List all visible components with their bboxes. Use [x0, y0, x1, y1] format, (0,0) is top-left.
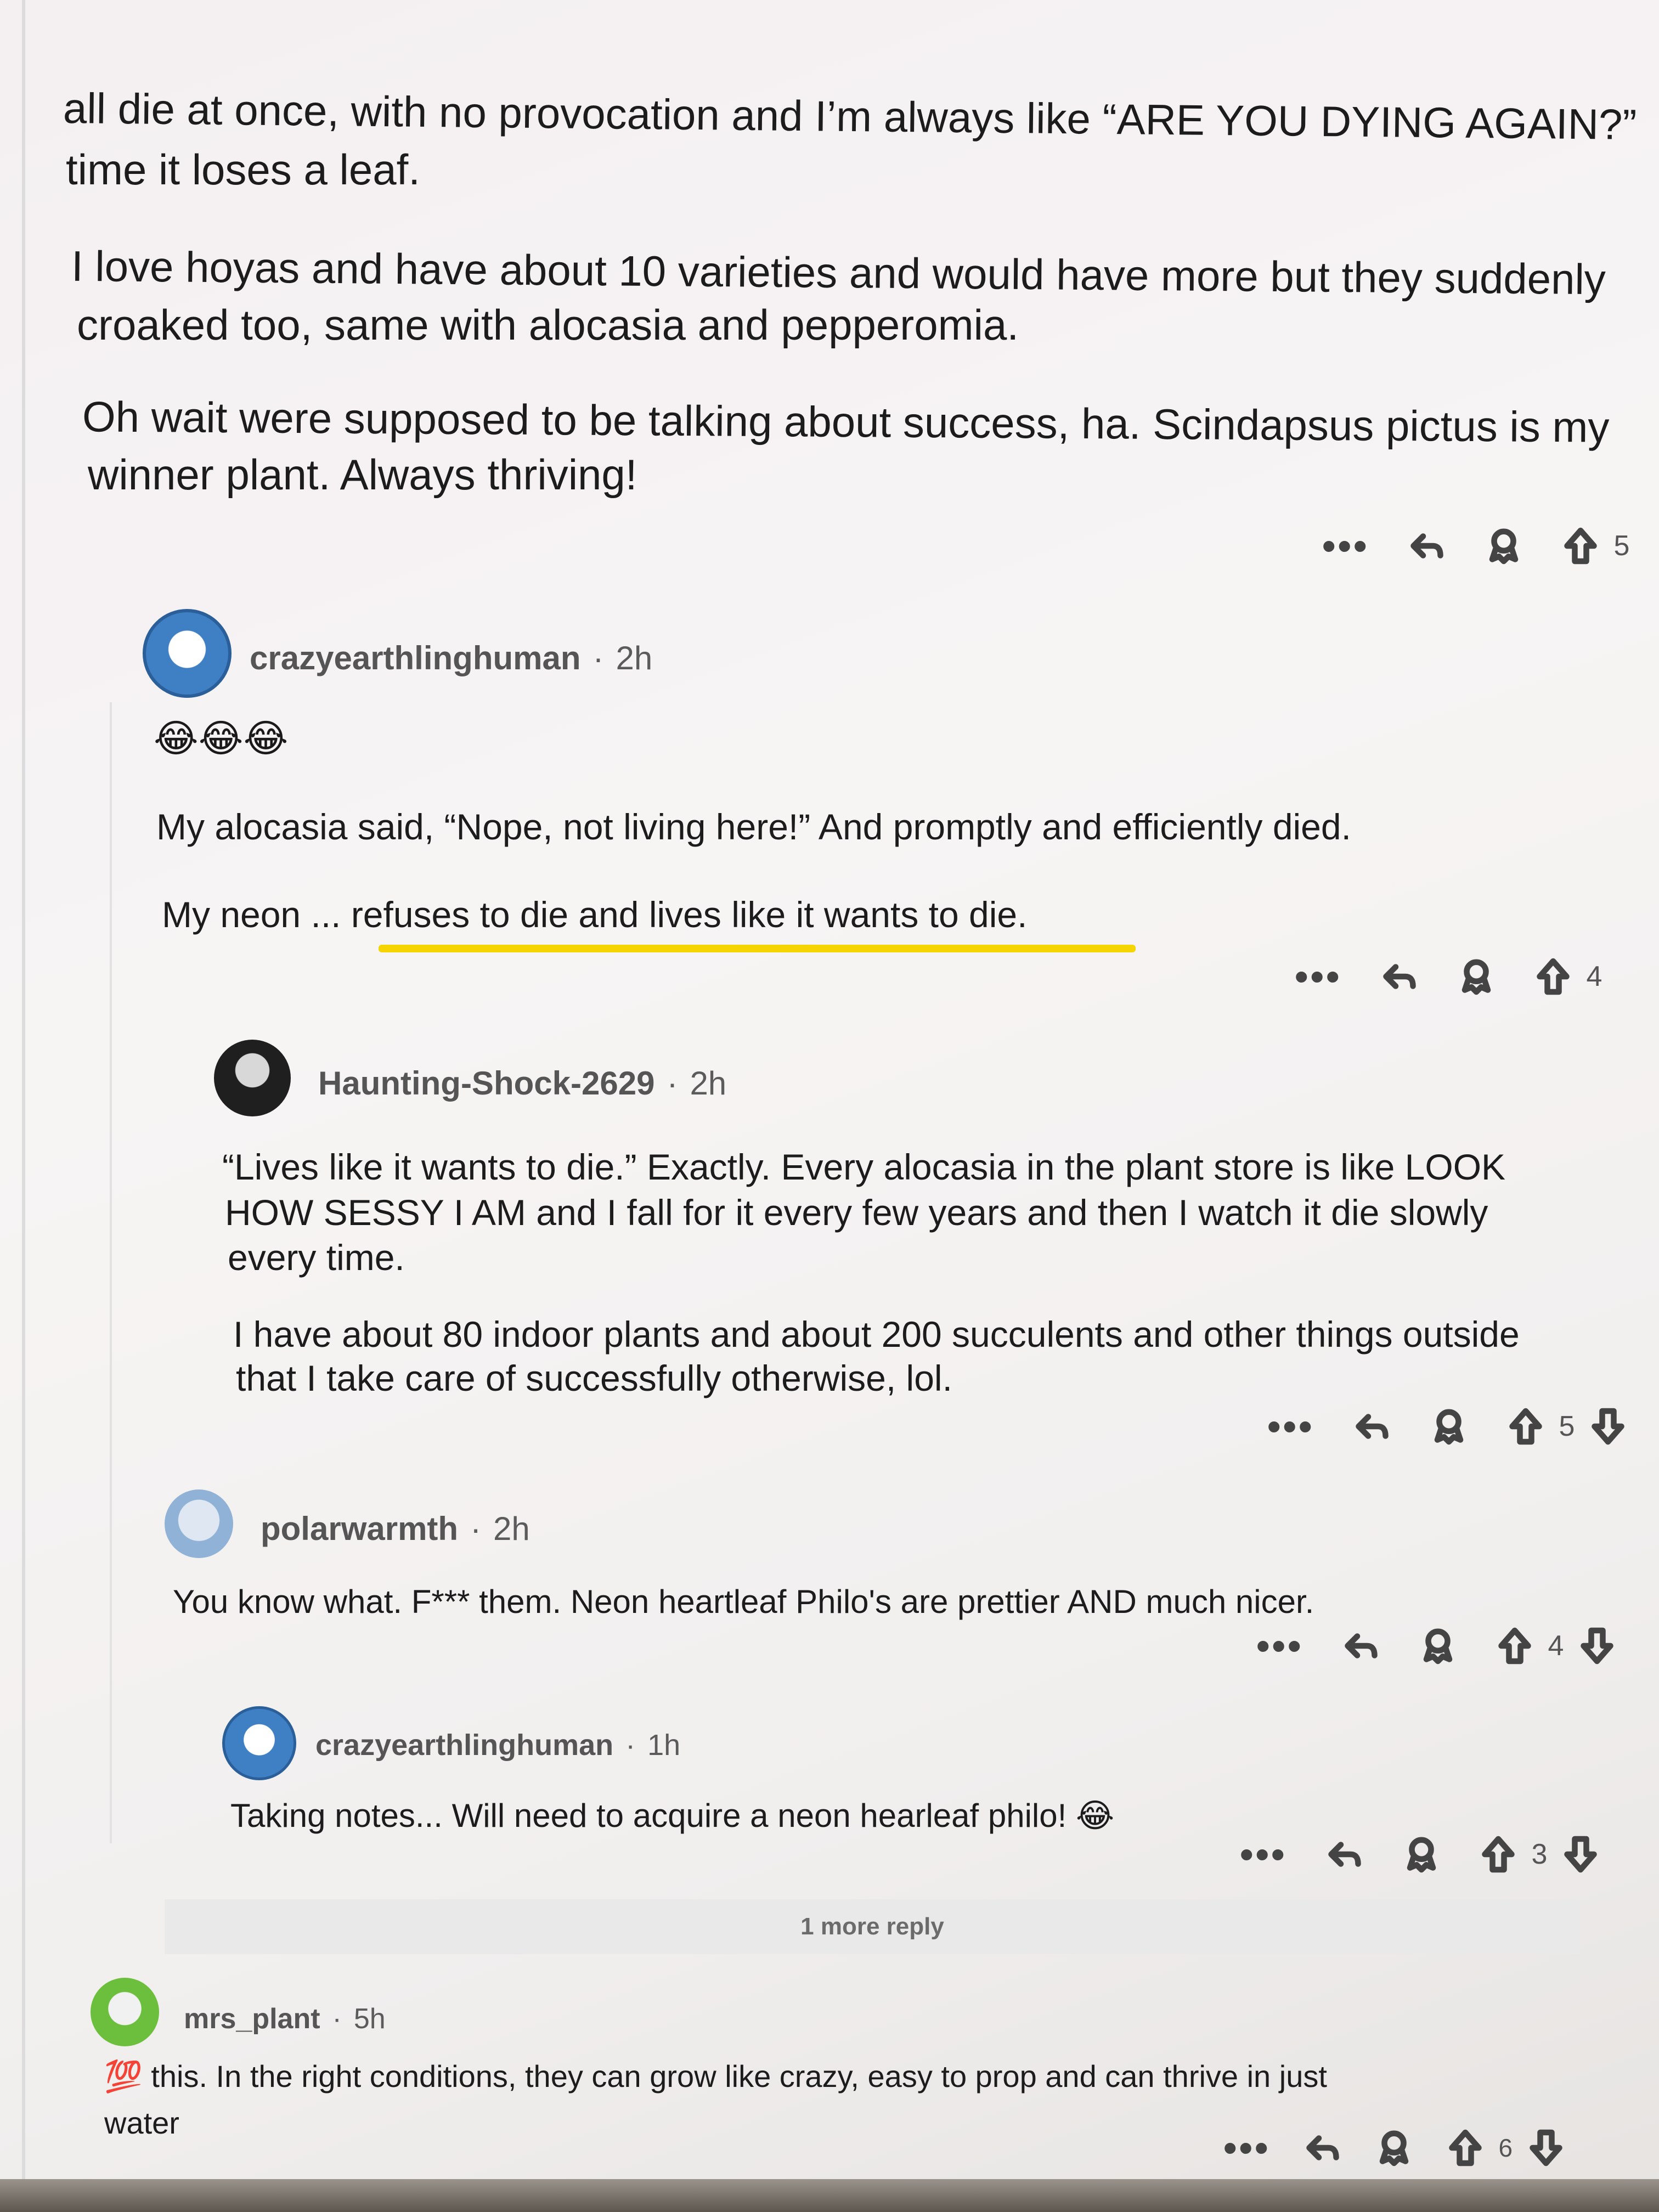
timestamp: 2h	[493, 1510, 530, 1547]
comment-text: this. In the right conditions, they can …	[142, 2059, 1327, 2094]
vote-group: 5	[1506, 1407, 1628, 1446]
comment-text-line: I have about 80 indoor plants and about …	[233, 1314, 1520, 1355]
comment-actions: ••• 6	[1223, 2129, 1565, 2167]
comment-text-line: winner plant. Always thriving!	[88, 450, 637, 499]
more-replies-button[interactable]: 1 more reply	[165, 1899, 1580, 1954]
comment-text-line: My neon ... refuses to die and lives lik…	[162, 891, 1027, 938]
award-icon[interactable]	[1402, 1835, 1441, 1874]
more-options-icon[interactable]: •••	[1240, 1835, 1287, 1874]
comment-text-line: 💯 this. In the right conditions, they ca…	[104, 2055, 1327, 2098]
vote-count: 4	[1548, 1630, 1564, 1662]
reply-icon[interactable]	[1408, 527, 1446, 565]
comment-actions: ••• 4	[1295, 957, 1602, 996]
desk-edge	[0, 2179, 1659, 2212]
comment-text-line: water	[104, 2106, 179, 2140]
vote-count: 4	[1586, 961, 1602, 992]
comment-text-line: My alocasia said, “Nope, not living here…	[156, 806, 1351, 847]
reply-icon[interactable]	[1353, 1407, 1391, 1446]
more-options-icon[interactable]: •••	[1256, 1627, 1304, 1665]
comment-meta: polarwarmth · 2h	[261, 1510, 530, 1548]
reply-icon[interactable]	[1325, 1835, 1364, 1874]
comment-text-line: You know what. F*** them. Neon heartleaf…	[173, 1583, 1314, 1620]
vote-group: 3	[1479, 1835, 1600, 1874]
comment-text-line: Oh wait were supposed to be talking abou…	[82, 392, 1610, 452]
award-icon[interactable]	[1375, 2129, 1413, 2167]
comment-text-line: every time.	[228, 1237, 405, 1278]
highlight-underline	[379, 945, 1136, 952]
award-icon[interactable]	[1430, 1407, 1468, 1446]
comment-actions: ••• 3	[1240, 1835, 1600, 1874]
more-options-icon[interactable]: •••	[1267, 1407, 1314, 1446]
timestamp: 1h	[647, 1729, 681, 1762]
emoji-text: 😂😂😂	[154, 717, 289, 760]
comment-meta: crazyearthlinghuman · 1h	[315, 1728, 680, 1762]
comment-text-line: HOW SESSY I AM and I fall for it every f…	[225, 1192, 1488, 1233]
more-options-icon[interactable]: •••	[1322, 527, 1369, 565]
timestamp: 5h	[353, 2003, 386, 2035]
award-icon[interactable]	[1457, 957, 1496, 996]
comment-meta: mrs_plant · 5h	[184, 2002, 386, 2035]
downvote-icon[interactable]	[1589, 1407, 1627, 1446]
separator: ·	[470, 1510, 482, 1547]
vote-count: 6	[1498, 2134, 1513, 2162]
vote-group: 6	[1446, 2129, 1566, 2167]
upvote-icon[interactable]	[1561, 527, 1600, 565]
comment-text-line: time it loses a leaf.	[66, 145, 420, 194]
vote-count: 3	[1531, 1838, 1548, 1870]
comment-actions: ••• 5	[1322, 527, 1629, 565]
highlighted-text: refuses to die and lives like it wants t…	[351, 894, 1028, 935]
vote-group: 4	[1534, 957, 1602, 996]
username[interactable]: crazyearthlinghuman	[250, 639, 581, 677]
username[interactable]: polarwarmth	[261, 1510, 458, 1548]
more-options-icon[interactable]: •••	[1223, 2129, 1271, 2167]
separator: ·	[332, 2003, 342, 2035]
separator: ·	[667, 1065, 678, 1102]
comment-meta: crazyearthlinghuman · 2h	[250, 639, 652, 677]
comment-text-line: croaked too, same with alocasia and pepp…	[77, 301, 1019, 349]
award-icon[interactable]	[1485, 527, 1523, 565]
upvote-icon[interactable]	[1496, 1627, 1534, 1665]
upvote-icon[interactable]	[1506, 1407, 1545, 1446]
avatar[interactable]	[143, 609, 232, 698]
avatar[interactable]	[214, 1040, 291, 1116]
text-plain: My neon ...	[162, 894, 351, 935]
vote-count: 5	[1613, 530, 1630, 562]
username[interactable]: mrs_plant	[184, 2002, 320, 2035]
hundred-points-icon: 💯	[104, 2059, 143, 2094]
vote-count: 5	[1559, 1410, 1575, 1442]
upvote-icon[interactable]	[1534, 957, 1572, 996]
timestamp: 2h	[616, 640, 653, 676]
username[interactable]: Haunting-Shock-2629	[318, 1064, 654, 1102]
award-icon[interactable]	[1419, 1627, 1457, 1665]
more-options-icon[interactable]: •••	[1295, 957, 1342, 996]
reply-icon[interactable]	[1304, 2129, 1342, 2167]
comment-text-line: “Lives like it wants to die.” Exactly. E…	[222, 1147, 1506, 1187]
reply-icon[interactable]	[1342, 1627, 1380, 1665]
upvote-icon[interactable]	[1479, 1835, 1517, 1874]
username[interactable]: crazyearthlinghuman	[315, 1728, 613, 1762]
comment-text-line: that I take care of successfully otherwi…	[236, 1358, 952, 1398]
thread-line[interactable]	[110, 702, 112, 1843]
reply-icon[interactable]	[1380, 957, 1419, 996]
downvote-icon[interactable]	[1527, 2129, 1565, 2167]
comment-actions: ••• 4	[1256, 1627, 1616, 1665]
comment-meta: Haunting-Shock-2629 · 2h	[318, 1064, 726, 1102]
comment-actions: ••• 5	[1267, 1407, 1627, 1446]
avatar[interactable]	[91, 1978, 159, 2046]
timestamp: 2h	[690, 1065, 727, 1102]
upvote-icon[interactable]	[1446, 2129, 1485, 2167]
separator: ·	[625, 1729, 636, 1762]
vote-group: 5	[1561, 527, 1630, 565]
comment-text-line: Taking notes... Will need to acquire a n…	[230, 1797, 1115, 1834]
downvote-icon[interactable]	[1578, 1627, 1616, 1665]
avatar[interactable]	[222, 1706, 296, 1780]
vote-group: 4	[1496, 1627, 1617, 1665]
avatar[interactable]	[165, 1489, 233, 1558]
separator: ·	[592, 640, 604, 676]
downvote-icon[interactable]	[1561, 1835, 1600, 1874]
